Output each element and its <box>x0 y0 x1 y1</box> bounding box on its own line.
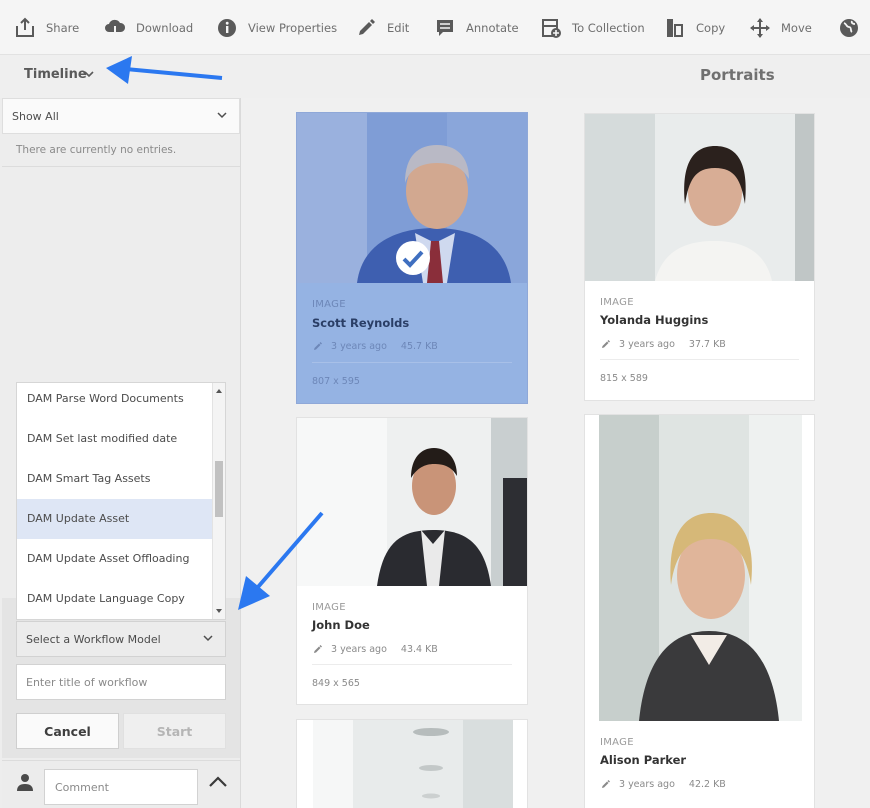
asset-meta-row: 3 years ago 45.7 KB <box>312 341 438 352</box>
asset-type: IMAGE <box>312 299 346 310</box>
annotate-icon <box>437 20 453 36</box>
asset-card[interactable]: IMAGE Alison Parker 3 years ago 42.2 KB <box>584 414 815 808</box>
download-label: Download <box>136 21 194 35</box>
chevron-up-icon[interactable] <box>208 775 228 789</box>
asset-dimensions: 849 x 565 <box>312 678 360 689</box>
comment-bar <box>2 760 240 808</box>
move-label: Move <box>781 21 812 35</box>
collection-add-icon <box>542 19 561 38</box>
share-button[interactable]: Share <box>14 16 79 40</box>
timeline-filter-select[interactable]: Show All <box>2 98 240 134</box>
divider <box>600 359 799 360</box>
workflow-model-placeholder: Select a Workflow Model <box>26 633 161 646</box>
scroll-down-icon[interactable] <box>216 609 222 613</box>
asset-size: 42.2 KB <box>688 779 726 790</box>
timeline-empty-message: There are currently no entries. <box>16 144 177 156</box>
asset-thumbnail <box>585 114 814 281</box>
asset-modified: 3 years ago <box>619 779 675 790</box>
asset-card[interactable]: IMAGE Yolanda Huggins 3 years ago 37.7 K… <box>584 113 815 401</box>
workflow-model-list[interactable]: DAM Parse Word Documents DAM Set last mo… <box>16 382 226 620</box>
asset-thumbnail <box>313 720 513 808</box>
asset-name: John Doe <box>312 618 370 632</box>
asset-meta-row: 3 years ago 37.7 KB <box>600 339 726 350</box>
pencil-icon <box>314 645 322 653</box>
chevron-down-icon <box>217 112 227 119</box>
workflow-option[interactable]: DAM Update Asset Offloading <box>17 539 213 579</box>
workflow-option[interactable]: DAM Parse Word Documents <box>17 383 213 419</box>
asset-size: 37.7 KB <box>688 339 726 350</box>
workflow-title-input[interactable] <box>16 664 226 700</box>
move-icon <box>750 18 770 38</box>
asset-card-selected[interactable]: IMAGE Scott Reynolds 3 years ago 45.7 KB… <box>296 112 528 404</box>
workflow-option-selected[interactable]: DAM Update Asset <box>17 499 213 539</box>
annotate-label: Annotate <box>466 21 519 35</box>
view-properties-button[interactable]: View Properties <box>216 16 337 40</box>
filter-value: Show All <box>12 110 59 123</box>
asset-modified: 3 years ago <box>331 341 387 352</box>
asset-dimensions: 807 x 595 <box>312 376 360 387</box>
divider <box>312 664 512 665</box>
pencil-icon <box>602 340 610 348</box>
selected-checkmark-icon[interactable] <box>394 239 432 277</box>
pencil-icon <box>359 19 375 35</box>
asset-dimensions: 815 x 589 <box>600 373 648 384</box>
asset-name: Yolanda Huggins <box>600 313 709 327</box>
share-label: Share <box>46 21 80 35</box>
scroll-up-icon[interactable] <box>216 389 222 393</box>
divider <box>312 362 512 363</box>
pencil-icon <box>314 342 322 350</box>
asset-modified: 3 years ago <box>331 644 387 655</box>
scrollbar-thumb[interactable] <box>215 461 223 517</box>
asset-thumbnail <box>599 415 802 721</box>
action-toolbar: Share Download View Properties Edit Anno… <box>0 0 870 55</box>
asset-thumbnail <box>297 418 527 586</box>
workflow-option[interactable]: DAM Smart Tag Assets <box>17 459 213 499</box>
copy-label: Copy <box>696 21 726 35</box>
edit-button[interactable]: Edit <box>355 16 409 40</box>
asset-name: Alison Parker <box>600 753 687 767</box>
view-properties-label: View Properties <box>248 21 338 35</box>
globe-button[interactable] <box>838 16 860 40</box>
edit-label: Edit <box>387 21 410 35</box>
asset-size: 43.4 KB <box>400 644 438 655</box>
asset-type: IMAGE <box>312 602 346 613</box>
move-button[interactable]: Move <box>749 16 812 40</box>
asset-card[interactable]: IMAGE John Doe 3 years ago 43.4 KB 849 x… <box>296 417 528 705</box>
comment-input[interactable] <box>44 769 198 805</box>
to-collection-label: To Collection <box>572 21 645 35</box>
asset-name: Scott Reynolds <box>312 316 410 330</box>
asset-card[interactable] <box>296 719 528 808</box>
divider <box>2 166 240 167</box>
workflow-model-select[interactable]: Select a Workflow Model <box>16 621 226 657</box>
content-header: Timeline Portraits <box>0 55 870 98</box>
asset-type: IMAGE <box>600 737 634 748</box>
download-button[interactable]: Download <box>104 16 193 40</box>
timeline-rail: Show All There are currently no entries.… <box>0 98 241 808</box>
workflow-list-scrollbar[interactable] <box>212 383 225 619</box>
annotate-button[interactable]: Annotate <box>434 16 519 40</box>
asset-type: IMAGE <box>600 297 634 308</box>
asset-size: 45.7 KB <box>400 341 438 352</box>
workflow-option[interactable]: DAM Set last modified date <box>17 419 213 459</box>
copy-button[interactable]: Copy <box>664 16 725 40</box>
start-button[interactable]: Start <box>123 713 226 749</box>
app-root: Share Download View Properties Edit Anno… <box>0 0 870 808</box>
page-title: Portraits <box>700 66 775 84</box>
download-icon <box>105 19 126 38</box>
asset-meta-row: 3 years ago 42.2 KB <box>600 779 726 790</box>
asset-meta-row: 3 years ago 43.4 KB <box>312 644 438 655</box>
share-icon <box>16 17 34 37</box>
cancel-button[interactable]: Cancel <box>16 713 119 749</box>
asset-modified: 3 years ago <box>619 339 675 350</box>
to-collection-button[interactable]: To Collection <box>540 16 645 40</box>
pencil-icon <box>602 780 610 788</box>
globe-icon <box>840 19 858 37</box>
chevron-down-icon <box>203 635 213 642</box>
info-icon <box>218 19 236 37</box>
chevron-down-icon[interactable] <box>84 70 94 78</box>
rail-view-switcher[interactable]: Timeline <box>24 67 87 82</box>
copy-icon <box>667 19 683 37</box>
workflow-option[interactable]: DAM Update Language Copy <box>17 579 213 619</box>
user-avatar-icon <box>17 774 33 791</box>
